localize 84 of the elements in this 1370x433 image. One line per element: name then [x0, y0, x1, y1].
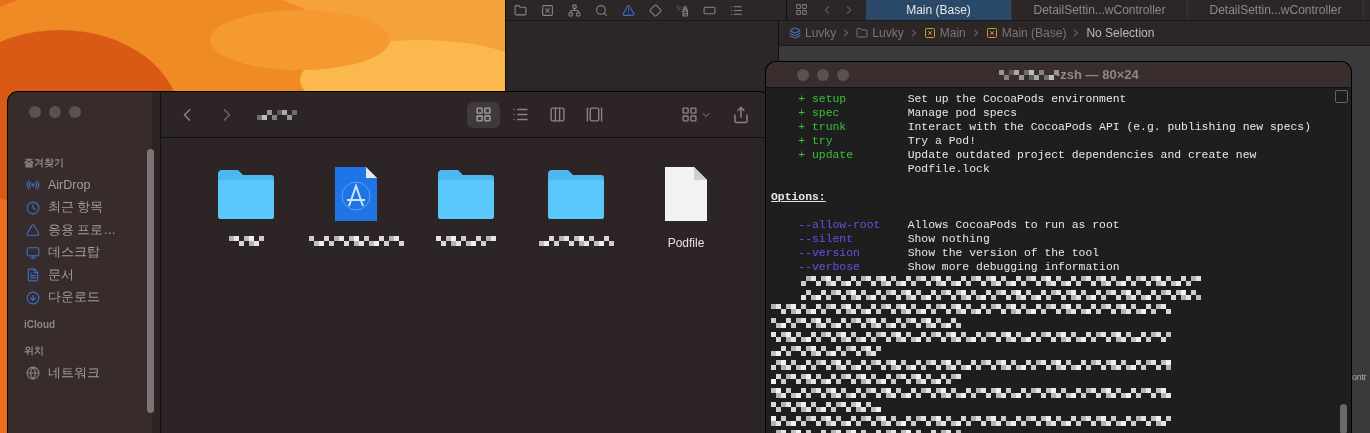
airdrop-icon — [26, 178, 40, 193]
sidebar-item[interactable]: 응용 프로… — [8, 219, 116, 242]
description: Podfile.lock — [907, 162, 990, 176]
monitor-icon — [26, 245, 40, 260]
scrollbar[interactable] — [147, 149, 154, 413]
close-button[interactable] — [29, 106, 41, 118]
description: Show more debugging information — [907, 260, 1120, 274]
sidebar-heading: 즐겨찾기 — [23, 156, 65, 170]
sidebar-item[interactable]: 문서 — [8, 264, 74, 287]
zoom-button[interactable] — [837, 68, 849, 81]
redacted-file-name — [436, 236, 496, 246]
x-square-icon[interactable] — [541, 3, 554, 17]
spray-can-icon[interactable] — [676, 3, 689, 17]
warning-icon[interactable] — [622, 3, 635, 17]
command-name: --verbose — [798, 260, 861, 274]
zoom-button[interactable] — [69, 106, 81, 118]
icons-view-icon — [475, 106, 492, 123]
sidebar-item[interactable]: 다운로드 — [8, 286, 100, 309]
sidebar-item[interactable]: AirDrop — [8, 174, 91, 197]
description: Update outdated project dependencies and create new — [907, 148, 1257, 162]
breadcrumb-item[interactable]: Luvky — [805, 26, 837, 40]
description: Manage pod specs — [907, 106, 1018, 120]
group-icon[interactable] — [681, 106, 698, 123]
document-icon — [26, 268, 40, 283]
view-button[interactable] — [467, 101, 500, 128]
sidebar-heading: 위치 — [23, 344, 45, 358]
folder-icon — [436, 168, 496, 220]
command-name: --version — [798, 246, 861, 260]
apps-icon — [26, 223, 40, 238]
columns-view-icon — [549, 106, 566, 123]
folder-icon — [856, 27, 869, 39]
clock-icon — [26, 200, 40, 215]
description: Interact with the CocoaPods API (e.g. publishing new specs) — [907, 120, 1311, 134]
sidebar-item[interactable]: 최근 항목 — [8, 196, 104, 219]
breadcrumb-item[interactable]: Main — [939, 26, 966, 40]
command-name: + spec — [798, 106, 841, 120]
list-icon[interactable] — [730, 3, 743, 17]
globe-icon — [26, 366, 40, 381]
minimize-button[interactable] — [49, 106, 61, 118]
command-name: + trunk — [798, 120, 848, 134]
editor-tab[interactable]: DetailSettin...wController — [1188, 0, 1364, 20]
command-name: + update — [798, 148, 854, 162]
folder-icon — [216, 168, 276, 220]
diamond-icon[interactable] — [649, 3, 662, 17]
sidebar-item[interactable]: 네트워크 — [8, 362, 100, 385]
storyboard-icon — [985, 27, 998, 39]
storyboard-icon — [923, 27, 936, 39]
command-name: --silent — [798, 232, 854, 246]
minimize-button[interactable] — [817, 68, 829, 81]
description: Show nothing — [907, 232, 990, 246]
section-heading: Options: — [771, 190, 826, 204]
folder-icon — [546, 168, 606, 220]
redacted-file-name — [228, 236, 264, 246]
search-icon[interactable] — [595, 3, 608, 17]
download-icon — [26, 290, 40, 305]
project-file-icon — [334, 166, 378, 222]
close-button[interactable] — [797, 68, 809, 81]
share-icon[interactable] — [732, 105, 750, 124]
redacted-title — [257, 109, 297, 120]
command-name: + setup — [798, 92, 848, 106]
file-name: Podfile — [667, 236, 705, 250]
editor-tab[interactable]: DetailSettin...wController — [1012, 0, 1188, 20]
gallery-view-icon — [586, 106, 603, 123]
description: Allows CocoaPods to run as root — [907, 218, 1120, 232]
app-icon — [789, 27, 801, 39]
editor-tab[interactable]: Main (Base) — [866, 0, 1012, 20]
description: Set up the CocoaPods environment — [907, 92, 1127, 106]
scrollbar[interactable] — [1340, 404, 1347, 433]
breadcrumb-item[interactable]: No Selection — [1086, 26, 1155, 40]
description: Show the version of the tool — [907, 246, 1100, 260]
breadcrumb-item[interactable]: Main (Base) — [1001, 26, 1067, 40]
document-icon — [664, 166, 708, 222]
command-name: --allow-root — [798, 218, 882, 232]
canvas-label: ontr — [1352, 372, 1367, 382]
description: Try a Pod! — [907, 134, 977, 148]
breadcrumb-item[interactable]: Luvky — [872, 26, 904, 40]
sidebar-item[interactable]: 데스크탑 — [8, 241, 100, 264]
sidebar-heading: iCloud — [23, 318, 57, 332]
grid-icon[interactable] — [795, 3, 808, 16]
folder-icon[interactable] — [514, 3, 527, 17]
command-name: + try — [798, 134, 834, 148]
list-view-icon — [512, 106, 529, 123]
hierarchy-icon[interactable] — [568, 3, 581, 17]
window-title: -zsh — 80×24 — [1056, 67, 1140, 82]
